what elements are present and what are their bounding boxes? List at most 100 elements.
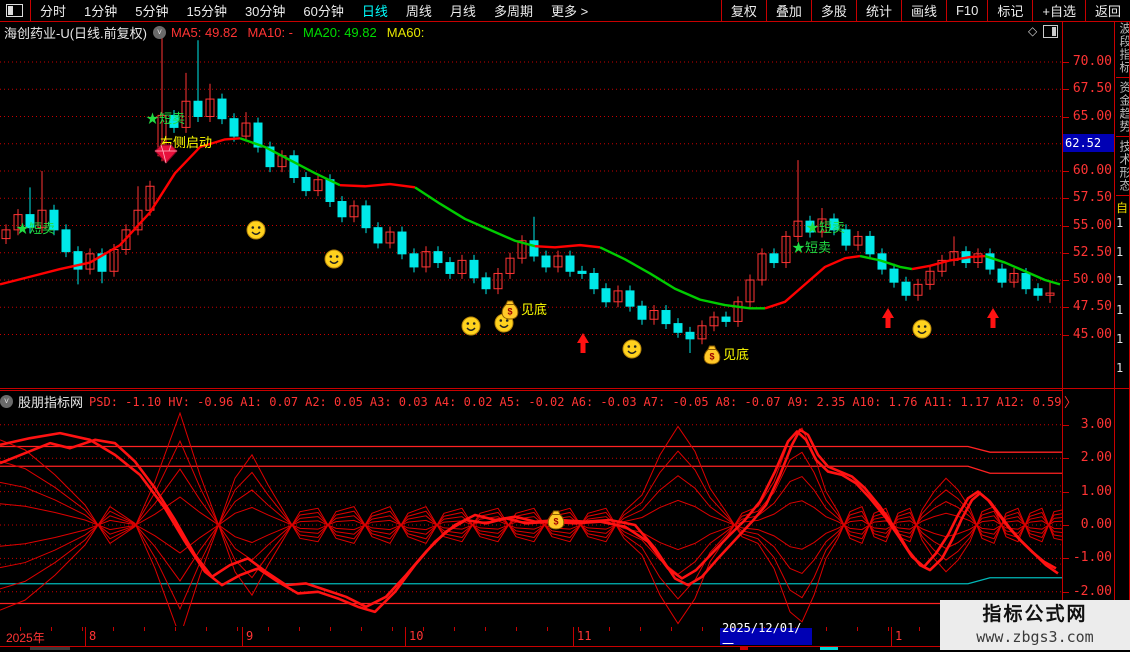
strip-section-label: 资金趋势 bbox=[1118, 81, 1129, 133]
menu-item-多周期[interactable]: 多周期 bbox=[485, 1, 542, 20]
candle bbox=[673, 323, 683, 333]
minor-tick bbox=[702, 627, 703, 631]
minor-tick bbox=[268, 627, 269, 631]
window-panel-icon[interactable] bbox=[6, 4, 23, 17]
watermark-url: www.zbgs3.com bbox=[976, 628, 1094, 646]
indicator-value: A4: 0.02 bbox=[434, 394, 493, 409]
minor-tick bbox=[888, 627, 889, 631]
crosshair-price-box: 62.52 bbox=[1063, 134, 1114, 152]
strip-count: 1 bbox=[1116, 303, 1124, 317]
candle bbox=[61, 229, 71, 253]
diamond-marker-icon[interactable]: ◇ bbox=[1028, 24, 1037, 38]
minor-tick bbox=[175, 627, 176, 631]
minor-tick bbox=[919, 627, 920, 631]
smiley-icon bbox=[461, 316, 481, 336]
oscillator-label: 3.00 bbox=[1080, 416, 1112, 432]
strip-count: 1 bbox=[1116, 332, 1124, 346]
up-arrow-icon bbox=[987, 308, 999, 328]
menu-item-5分钟[interactable]: 5分钟 bbox=[126, 1, 177, 20]
moneybag-icon: $ 见底 bbox=[703, 345, 749, 365]
minor-tick bbox=[113, 627, 114, 631]
indicator-value: A5: -0.02 bbox=[499, 394, 565, 409]
signal-text-label: ★短卖 bbox=[16, 221, 55, 236]
toolbar-button-叠加[interactable]: 叠加 bbox=[765, 0, 811, 21]
strip-count: 1 bbox=[1116, 216, 1124, 230]
candle bbox=[289, 155, 299, 179]
gem-icon bbox=[154, 144, 178, 164]
indicator-values: PSD: -1.10 HV: -0.96 A1: 0.07 A2: 0.05 A3: 0… bbox=[89, 394, 1062, 409]
indicator-value: A3: 0.03 bbox=[369, 394, 428, 409]
month-tick bbox=[85, 627, 86, 646]
split-panel-icon[interactable] bbox=[1043, 24, 1059, 38]
strip-count: 1 bbox=[1116, 245, 1124, 259]
indicator-value: A1: 0.07 bbox=[240, 394, 299, 409]
menu-item-更多 >[interactable]: 更多 > bbox=[542, 1, 597, 20]
signal-text-label: ★短卖 bbox=[806, 220, 845, 235]
price-label: 52.50 bbox=[1072, 244, 1112, 260]
period-menubar: 分时 1分钟 5分钟 15分钟 30分钟 60分钟 日线 周线 月线 多周期 更多 > 复权 叠加 多股… bbox=[0, 0, 1130, 22]
minor-tick bbox=[330, 627, 331, 631]
tdx-app-window: 分时 1分钟 5分钟 15分钟 30分钟 60分钟 日线 周线 月线 多周期 更多 > 复权 叠加 多股… bbox=[0, 0, 1130, 651]
candle bbox=[541, 255, 551, 268]
candle bbox=[601, 288, 611, 303]
menu-item-月线[interactable]: 月线 bbox=[441, 1, 485, 20]
chevron-down-icon[interactable]: ˅ bbox=[0, 394, 13, 408]
candle bbox=[565, 255, 575, 272]
bottom-signal-label: 见底 bbox=[521, 302, 547, 317]
toolbar-button-+自选[interactable]: +自选 bbox=[1032, 0, 1085, 21]
svg-text:$: $ bbox=[709, 352, 714, 362]
svg-text:★短卖: ★短卖 bbox=[792, 240, 831, 255]
menu-item-30分钟[interactable]: 30分钟 bbox=[236, 1, 294, 20]
watermark-badge: 指标公式网 www.zbgs3.com bbox=[940, 600, 1130, 650]
toolbar-button-多股[interactable]: 多股 bbox=[810, 0, 856, 21]
minor-tick bbox=[485, 627, 486, 631]
oscillator-label: -1.00 bbox=[1072, 550, 1112, 566]
more-values-arrow[interactable]: 〉 bbox=[1064, 392, 1077, 411]
menu-item-周线[interactable]: 周线 bbox=[397, 1, 441, 20]
minor-tick bbox=[299, 627, 300, 631]
oscillator-chart[interactable]: $ bbox=[0, 412, 1062, 626]
panel-divider[interactable] bbox=[0, 388, 1130, 389]
candle bbox=[481, 277, 491, 290]
toolbar-button-复权[interactable]: 复权 bbox=[720, 0, 766, 21]
candle bbox=[217, 98, 227, 120]
smiley-icon bbox=[324, 249, 344, 269]
month-tick bbox=[891, 627, 892, 646]
main-candlestick-chart[interactable]: ★短卖★短卖右侧启动$ 见底$ 见底★短卖★短卖 bbox=[0, 22, 1062, 388]
toolbar-button-标记[interactable]: 标记 bbox=[987, 0, 1032, 21]
toolbar-button-返回[interactable]: 返回 bbox=[1084, 0, 1130, 21]
price-label: 45.00 bbox=[1072, 326, 1112, 342]
year-label: 2025年 bbox=[6, 631, 45, 645]
candle bbox=[193, 100, 203, 117]
menu-item-15分钟[interactable]: 15分钟 bbox=[177, 1, 235, 20]
indicator-name: 股朋指标网 bbox=[18, 394, 84, 410]
menu-item-1分钟[interactable]: 1分钟 bbox=[75, 1, 126, 20]
menu-item-60分钟[interactable]: 60分钟 bbox=[294, 1, 352, 20]
minor-tick bbox=[547, 627, 548, 631]
up-arrow-icon bbox=[882, 308, 894, 328]
right-edge-strip[interactable]: 波段指标 资金趋势 技术形态自 1 1 1 1 1 1 bbox=[1116, 22, 1129, 646]
indicator-value: A11: 1.17 bbox=[924, 394, 990, 409]
toolbar-button-F10[interactable]: F10 bbox=[945, 0, 987, 21]
minor-tick bbox=[671, 627, 672, 631]
oscillator-label: 1.00 bbox=[1080, 483, 1112, 499]
indicator-value: A2: 0.05 bbox=[305, 394, 363, 409]
candle bbox=[433, 251, 443, 264]
signal-text-label: ★短卖 bbox=[146, 111, 185, 126]
price-label: 65.00 bbox=[1072, 108, 1112, 124]
price-label: 50.00 bbox=[1072, 272, 1112, 287]
candle bbox=[625, 290, 635, 307]
candle bbox=[409, 253, 419, 268]
menu-item-日线[interactable]: 日线 bbox=[353, 1, 397, 20]
minor-tick bbox=[144, 627, 145, 631]
minor-tick bbox=[826, 627, 827, 631]
title-corner-icons: ◇ bbox=[1028, 23, 1062, 39]
toolbar-button-画线[interactable]: 画线 bbox=[900, 0, 946, 21]
toolbar-button-统计[interactable]: 统计 bbox=[855, 0, 901, 21]
menu-item-分时[interactable]: 分时 bbox=[31, 1, 75, 20]
indicator-value: A8: -0.07 bbox=[715, 394, 781, 409]
strip-flag-label: 自 bbox=[1116, 201, 1129, 215]
bottom-signal-label: 见底 bbox=[723, 347, 749, 362]
candle bbox=[589, 272, 599, 290]
candle bbox=[469, 259, 479, 279]
